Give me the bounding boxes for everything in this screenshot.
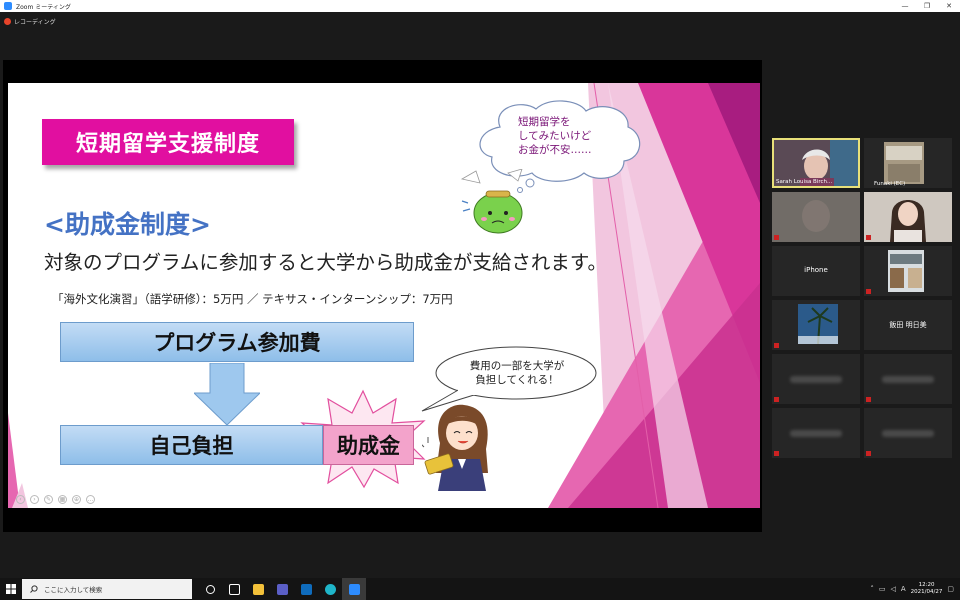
program-fee-label: プログラム参加費 xyxy=(153,331,321,355)
minimize-button[interactable]: — xyxy=(894,0,916,12)
self-payment-box: 自己負担 xyxy=(60,425,323,465)
search-icon xyxy=(30,585,38,593)
close-button[interactable]: ✕ xyxy=(938,0,960,12)
zoom-app-icon xyxy=(4,2,12,10)
zoom-icon[interactable]: ⊕ xyxy=(72,495,81,504)
participant-tile[interactable] xyxy=(772,408,860,458)
system-tray: ˄ ▭ ◁ A 12:20 2021/04/27 ▢ xyxy=(870,578,960,600)
recording-label: レコーディング xyxy=(14,18,56,26)
program-fee-box: プログラム参加費 xyxy=(60,322,414,362)
grant-box: 助成金 xyxy=(323,425,414,465)
slide-lead-text: 対象のプログラムに参加すると大学から助成金が支給されます。 xyxy=(44,251,607,274)
next-slide-icon[interactable]: › xyxy=(30,495,39,504)
participant-name-blurred xyxy=(882,430,934,437)
clock-time: 12:20 xyxy=(918,582,935,588)
participant-tile[interactable] xyxy=(864,408,952,458)
speech-bubble-text: 費用の一部を大学が 負担してくれる！ xyxy=(469,360,565,386)
volume-icon[interactable]: ◁ xyxy=(890,585,895,593)
participant-tile[interactable]: 飯田 明日美 xyxy=(864,300,952,350)
participant-name-blurred xyxy=(882,376,934,383)
slide-title-box: 短期留学支援制度 xyxy=(42,119,294,165)
participant-tile[interactable] xyxy=(864,192,952,242)
mute-icon xyxy=(866,289,871,294)
participant-tile[interactable]: Sarah Louisa Birch... xyxy=(772,138,860,188)
ime-indicator[interactable]: A xyxy=(901,585,906,593)
recording-indicator[interactable]: レコーディング xyxy=(4,15,56,27)
search-placeholder: ここに入力して検索 xyxy=(44,586,103,594)
participant-tile[interactable] xyxy=(772,300,860,350)
mute-icon xyxy=(866,235,871,240)
down-arrow-icon xyxy=(194,363,260,425)
participant-name: Sarah Louisa Birch... xyxy=(776,179,833,185)
zoom-taskbar-icon[interactable] xyxy=(342,578,366,600)
participant-name: Funaki (EC) xyxy=(874,181,906,187)
participant-name: iPhone xyxy=(804,266,828,274)
taskbar-clock[interactable]: 12:20 2021/04/27 xyxy=(911,582,943,596)
mute-icon xyxy=(774,235,779,240)
windows-logo-icon xyxy=(6,584,16,594)
pen-icon[interactable]: ✎ xyxy=(44,495,53,504)
mute-icon xyxy=(774,397,779,402)
grant-label: 助成金 xyxy=(337,434,400,458)
participant-name: 飯田 明日美 xyxy=(889,321,927,329)
slides-icon[interactable]: ▦ xyxy=(58,495,67,504)
shared-screen[interactable]: 短期留学支援制度 <助成金制度> 対象のプログラムに参加すると大学から助成金が支… xyxy=(3,60,762,532)
record-icon xyxy=(4,17,11,25)
participant-video xyxy=(864,192,952,242)
slide-subheading: <助成金制度> xyxy=(44,210,211,239)
thought-bubble-text: 短期留学を してみたいけど お金が不安…… xyxy=(518,116,592,156)
participant-tile[interactable] xyxy=(864,246,952,296)
mute-icon xyxy=(866,397,871,402)
worried-wallet-illustration xyxy=(460,169,523,234)
maximize-button[interactable]: ❐ xyxy=(916,0,938,12)
participant-tile[interactable]: iPhone xyxy=(772,246,860,296)
participant-video xyxy=(772,300,860,350)
slide-controls: ‹ › ✎ ▦ ⊕ … xyxy=(16,495,95,504)
taskbar-search-input[interactable]: ここに入力して検索 xyxy=(22,579,192,599)
network-icon[interactable]: ▭ xyxy=(879,585,886,593)
slide-detail-text: 「海外文化演習」（語学研修）：5万円 ／ テキサス・インターンシップ：7万円 xyxy=(52,292,453,306)
mute-icon xyxy=(866,451,871,456)
slide-title: 短期留学支援制度 xyxy=(75,132,260,157)
window-controls: — ❐ ✕ xyxy=(894,0,960,12)
teams-icon[interactable] xyxy=(270,578,294,600)
participant-name-blurred xyxy=(790,376,842,383)
participant-tile[interactable] xyxy=(864,354,952,404)
prev-slide-icon[interactable]: ‹ xyxy=(16,495,25,504)
windows-taskbar: ここに入力して検索 ˄ ▭ ◁ A 12:20 2021/04/27 ▢ xyxy=(0,578,960,600)
edge-icon[interactable] xyxy=(318,578,342,600)
mute-icon xyxy=(774,451,779,456)
chevron-up-icon[interactable]: ˄ xyxy=(870,585,874,593)
window-titlebar: Zoom ミーティング — ❐ ✕ xyxy=(0,0,960,12)
window-title: Zoom ミーティング xyxy=(16,3,71,11)
participant-tile[interactable] xyxy=(772,354,860,404)
mute-icon xyxy=(774,343,779,348)
participant-video xyxy=(864,246,952,296)
notification-icon[interactable]: ▢ xyxy=(947,585,954,593)
clock-date: 2021/04/27 xyxy=(910,589,943,595)
participant-tile[interactable] xyxy=(772,192,860,242)
taskbar-apps xyxy=(198,578,366,600)
participant-name-blurred xyxy=(790,430,842,437)
happy-student-illustration xyxy=(422,404,488,491)
self-payment-label: 自己負担 xyxy=(149,434,234,458)
cortana-icon[interactable] xyxy=(198,578,222,600)
file-explorer-icon[interactable] xyxy=(246,578,270,600)
participant-video xyxy=(772,192,860,242)
presentation-slide: 短期留学支援制度 <助成金制度> 対象のプログラムに参加すると大学から助成金が支… xyxy=(8,83,760,508)
more-icon[interactable]: … xyxy=(86,495,95,504)
start-button[interactable] xyxy=(0,578,22,600)
outlook-icon[interactable] xyxy=(294,578,318,600)
participant-tile[interactable]: Funaki (EC) xyxy=(864,138,952,188)
task-view-icon[interactable] xyxy=(222,578,246,600)
